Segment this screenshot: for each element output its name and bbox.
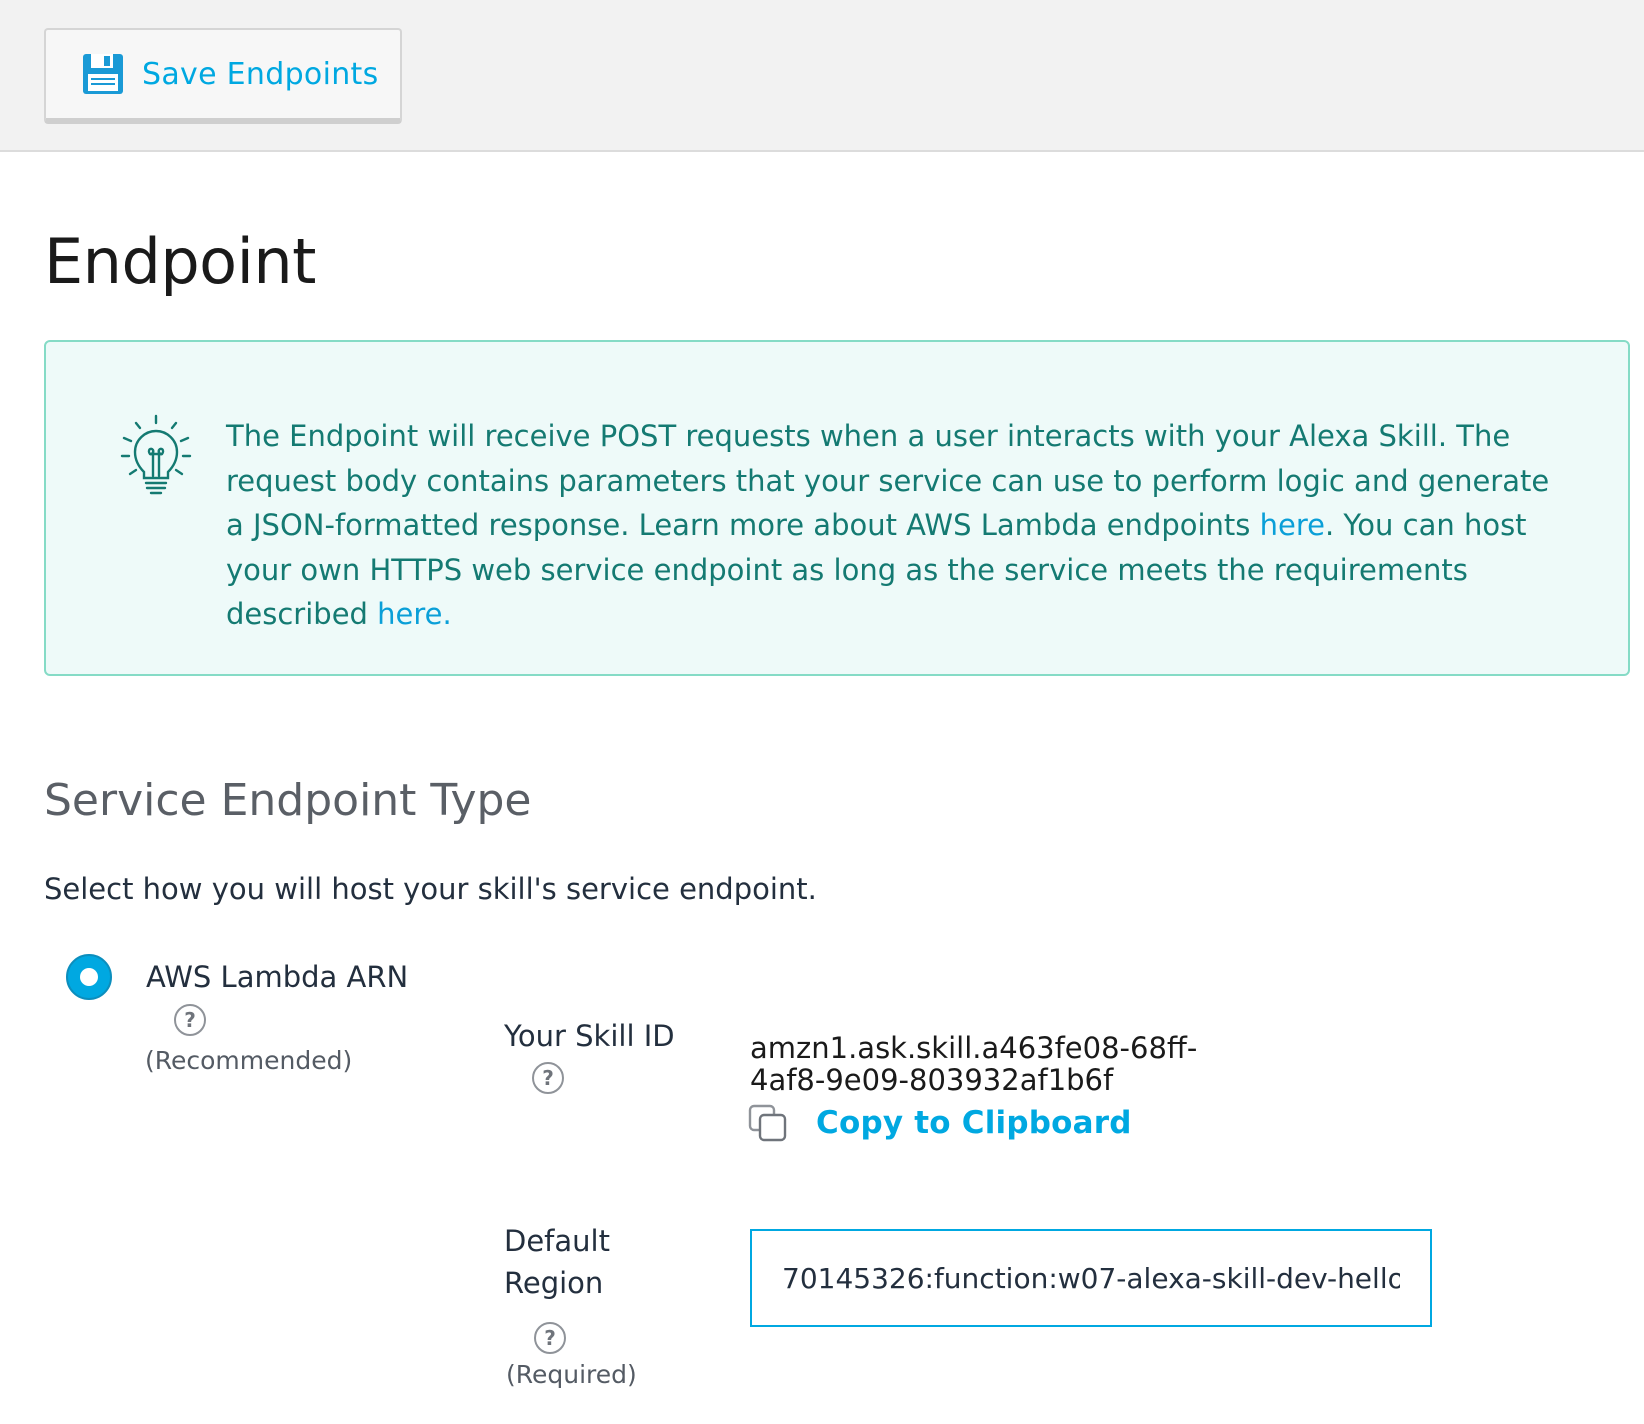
copy-icon <box>748 1104 787 1142</box>
service-endpoint-type-heading: Service Endpoint Type <box>44 775 532 826</box>
help-icon[interactable]: ? <box>532 1062 564 1094</box>
copy-to-clipboard-label: Copy to Clipboard <box>816 1105 1132 1141</box>
floppy-disk-icon <box>83 54 123 94</box>
help-icon[interactable]: ? <box>534 1322 566 1354</box>
lambda-endpoints-link[interactable]: here <box>1260 508 1325 542</box>
save-endpoints-button[interactable]: Save Endpoints <box>44 28 402 124</box>
https-requirements-link[interactable]: here. <box>377 597 452 631</box>
info-callout: The Endpoint will receive POST requests … <box>44 340 1630 676</box>
default-region-arn-input[interactable] <box>750 1229 1432 1327</box>
help-icon[interactable]: ? <box>174 1004 206 1036</box>
recommended-note: (Recommended) <box>145 1046 353 1075</box>
default-region-label-line2: Region <box>504 1266 604 1300</box>
info-text: The Endpoint will receive POST requests … <box>226 414 1556 637</box>
skill-id-label: Your Skill ID <box>504 1019 675 1053</box>
skill-id-value: amzn1.ask.skill.a463fe08-68ff-4af8-9e09-… <box>750 1031 1198 1097</box>
default-region-label-line1: Default <box>504 1224 610 1258</box>
aws-lambda-arn-label[interactable]: AWS Lambda ARN <box>146 960 408 994</box>
service-endpoint-description: Select how you will host your skill's se… <box>44 872 817 906</box>
radio-selected-dot <box>80 968 98 986</box>
aws-lambda-arn-radio[interactable] <box>66 954 112 1000</box>
required-note: (Required) <box>506 1360 637 1389</box>
lightbulb-icon <box>120 414 192 495</box>
top-toolbar: Save Endpoints <box>0 0 1644 152</box>
page-title: Endpoint <box>44 225 316 298</box>
save-endpoints-label: Save Endpoints <box>142 56 379 92</box>
copy-to-clipboard-button[interactable]: Copy to Clipboard <box>748 1104 1132 1142</box>
